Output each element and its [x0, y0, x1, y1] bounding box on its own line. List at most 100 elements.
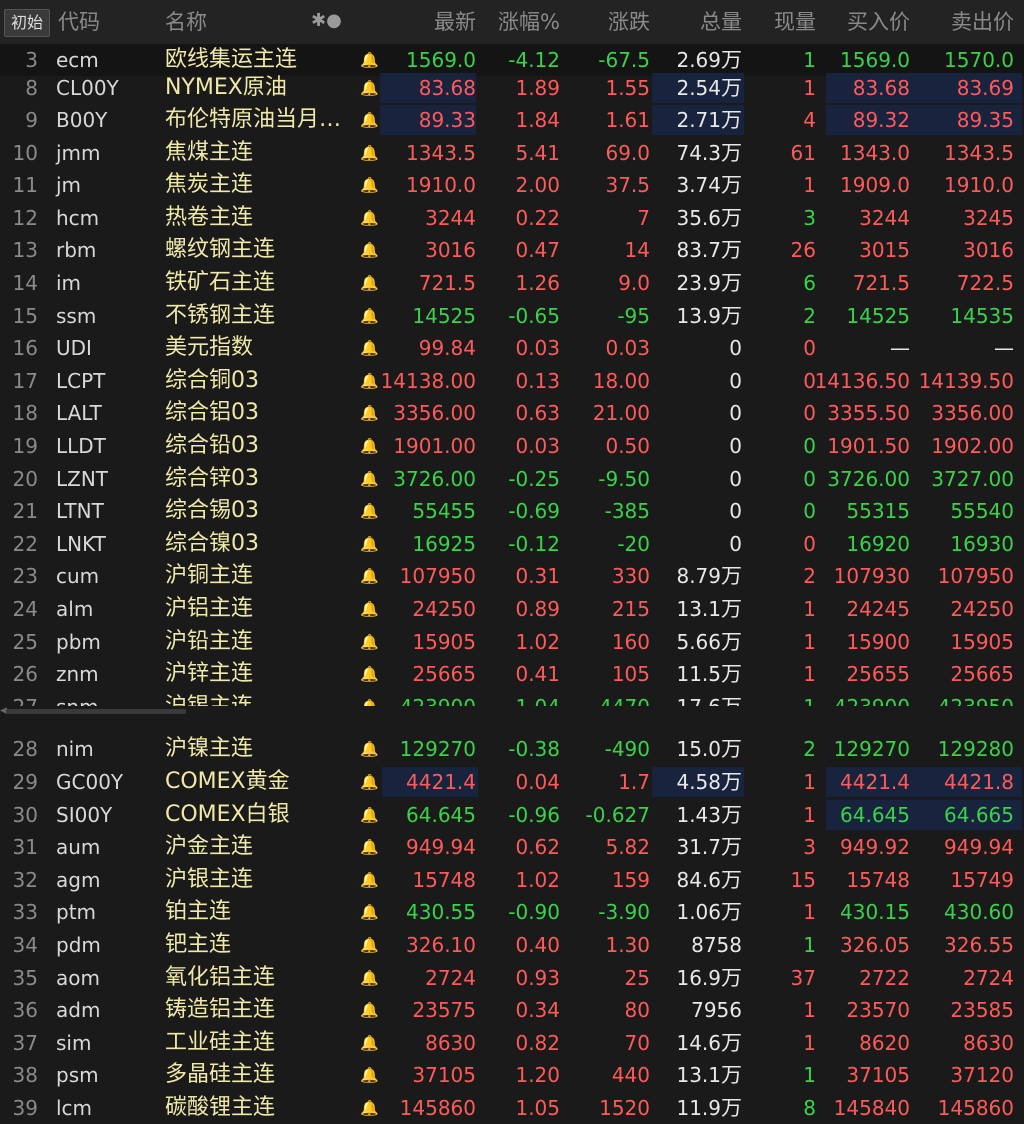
- alert-bell-icon[interactable]: 🔔: [360, 463, 379, 495]
- current-volume: 8: [803, 1096, 816, 1120]
- alert-bell-icon[interactable]: 🔔: [360, 799, 379, 831]
- table-row[interactable]: 36 adm 铸造铝主连 🔔 23575 0.34 80 7956 1 23570 23585: [0, 994, 1024, 1026]
- alert-bell-icon[interactable]: 🔔: [360, 267, 379, 299]
- bid-price: 4421.4: [840, 770, 910, 794]
- col-header-vol[interactable]: 总量: [700, 10, 742, 34]
- alert-bell-icon[interactable]: 🔔: [360, 234, 379, 266]
- table-row[interactable]: 17 LCPT 综合铜03 🔔 14138.00 0.13 18.00 0 0 14136.50 1…: [0, 365, 1024, 397]
- volume-value: 0: [729, 369, 742, 393]
- table-row[interactable]: 31 aum 沪金主连 🔔 949.94 0.62 5.82 31.7万 3 949.92 949.…: [0, 831, 1024, 863]
- table-row[interactable]: 24 alm 沪铝主连 🔔 24250 0.89 215 13.1万 1 24245 24250: [0, 593, 1024, 625]
- alert-bell-icon[interactable]: 🔔: [360, 593, 379, 625]
- alert-bell-icon[interactable]: 🔔: [360, 495, 379, 527]
- init-button[interactable]: 初始: [4, 9, 50, 37]
- last-price: 430.55: [406, 900, 476, 924]
- alert-bell-icon[interactable]: 🔔: [360, 397, 379, 429]
- symbol-name: 布伦特原油当月…: [165, 107, 342, 132]
- table-row[interactable]: 14 im 铁矿石主连 🔔 721.5 1.26 9.0 23.9万 6 721.5 722.5: [0, 267, 1024, 299]
- alert-bell-icon[interactable]: 🔔: [360, 929, 379, 961]
- table-row[interactable]: 12 hcm 热卷主连 🔔 3244 0.22 7 35.6万 3 3244 3245: [0, 202, 1024, 234]
- alert-bell-icon[interactable]: 🔔: [360, 300, 379, 332]
- table-row[interactable]: 25 pbm 沪铅主连 🔔 15905 1.02 160 5.66万 1 15900 15905: [0, 626, 1024, 658]
- col-header-ask[interactable]: 卖出价: [951, 10, 1014, 34]
- table-row[interactable]: 34 pdm 钯主连 🔔 326.10 0.40 1.30 8758 1 326.05 326.55: [0, 929, 1024, 961]
- col-header-cur[interactable]: 现量: [774, 10, 816, 34]
- change-amount: 9.0: [618, 271, 650, 295]
- table-row[interactable]: 28 nim 沪镍主连 🔔 129270 -0.38 -490 15.0万 2 129270 129…: [0, 733, 1024, 765]
- table-row[interactable]: 16 UDI 美元指数 🔔 99.84 0.03 0.03 0 0 — —: [0, 332, 1024, 364]
- symbol-code: nim: [56, 737, 94, 761]
- volume-unit: 万: [721, 304, 742, 328]
- alert-bell-icon[interactable]: 🔔: [360, 137, 379, 169]
- change-amount: -385: [604, 499, 650, 523]
- current-volume: 0: [803, 434, 816, 458]
- current-volume: 37: [790, 966, 816, 990]
- last-price: 15905: [412, 630, 476, 654]
- alert-bell-icon[interactable]: 🔔: [360, 1092, 379, 1124]
- change-amount: -20: [617, 532, 650, 556]
- table-row[interactable]: 11 jm 焦炭主连 🔔 1910.0 2.00 37.5 3.74万 1 1909.0 1910.…: [0, 169, 1024, 201]
- alert-bell-icon[interactable]: 🔔: [360, 202, 379, 234]
- col-header-flags[interactable]: ✱●: [311, 10, 342, 31]
- table-row[interactable]: 39 lcm 碳酸锂主连 🔔 145860 1.05 1520 11.9万 8 145840 145…: [0, 1092, 1024, 1124]
- alert-bell-icon[interactable]: 🔔: [360, 560, 379, 592]
- table-row[interactable]: 22 LNKT 综合镍03 🔔 16925 -0.12 -20 0 0 16920 16930: [0, 528, 1024, 560]
- total-volume: 1.06万: [676, 896, 742, 928]
- table-row[interactable]: 35 aom 氧化铝主连 🔔 2724 0.93 25 16.9万 37 2722 2724: [0, 962, 1024, 994]
- table-row[interactable]: 37 sim 工业硅主连 🔔 8630 0.82 70 14.6万 1 8620 8630: [0, 1027, 1024, 1059]
- alert-bell-icon[interactable]: 🔔: [360, 766, 379, 798]
- table-row[interactable]: 33 ptm 铂主连 🔔 430.55 -0.90 -3.90 1.06万 1 430.15 430…: [0, 896, 1024, 928]
- alert-bell-icon[interactable]: 🔔: [360, 962, 379, 994]
- table-row[interactable]: 20 LZNT 综合锌03 🔔 3726.00 -0.25 -9.50 0 0 3726.00 37…: [0, 463, 1024, 495]
- table-row[interactable]: 10 jmm 焦煤主连 🔔 1343.5 5.41 69.0 74.3万 61 1343.0 134…: [0, 137, 1024, 169]
- col-header-name[interactable]: 名称: [165, 10, 207, 34]
- table-row[interactable]: 9 B00Y 布伦特原油当月… 🔔 89.33 1.84 1.61 2.71万 4 89.32 89…: [0, 104, 1024, 136]
- table-row[interactable]: 21 LTNT 综合锡03 🔔 55455 -0.69 -385 0 0 55315 55540: [0, 495, 1024, 527]
- alert-bell-icon[interactable]: 🔔: [360, 528, 379, 560]
- alert-bell-icon[interactable]: 🔔: [360, 430, 379, 462]
- alert-bell-icon[interactable]: 🔔: [360, 1059, 379, 1091]
- volume-unit: 万: [721, 868, 742, 892]
- alert-bell-icon[interactable]: 🔔: [360, 169, 379, 201]
- alert-bell-icon[interactable]: 🔔: [360, 658, 379, 690]
- ask-price: 129280: [937, 737, 1014, 761]
- alert-bell-icon[interactable]: 🔔: [360, 332, 379, 364]
- scrollbar-thumb[interactable]: [6, 709, 186, 714]
- col-header-bid[interactable]: 买入价: [847, 10, 910, 34]
- table-row[interactable]: 26 znm 沪锌主连 🔔 25665 0.41 105 11.5万 1 25655 25665: [0, 658, 1024, 690]
- ask-price: 15905: [950, 630, 1014, 654]
- table-row[interactable]: 18 LALT 综合铝03 🔔 3356.00 0.63 21.00 0 0 3355.50 335…: [0, 397, 1024, 429]
- alert-bell-icon[interactable]: 🔔: [360, 1027, 379, 1059]
- alert-bell-icon[interactable]: 🔔: [360, 733, 379, 765]
- table-row[interactable]: 23 cum 沪铜主连 🔔 107950 0.31 330 8.79万 2 107930 10795…: [0, 560, 1024, 592]
- alert-bell-icon[interactable]: 🔔: [360, 831, 379, 863]
- current-volume: 6: [803, 271, 816, 295]
- alert-bell-icon[interactable]: 🔔: [360, 104, 379, 136]
- table-row[interactable]: 13 rbm 螺纹钢主连 🔔 3016 0.47 14 83.7万 26 3015 3016: [0, 234, 1024, 266]
- table-row[interactable]: 38 psm 多晶硅主连 🔔 37105 1.20 440 13.1万 1 37105 37120: [0, 1059, 1024, 1091]
- bid-price: 15900: [846, 630, 910, 654]
- table-row[interactable]: 29 GC00Y COMEX黄金 🔔 4421.4 0.04 1.7 4.58万 1 4421.4…: [0, 766, 1024, 798]
- current-volume: 1: [803, 630, 816, 654]
- table-row[interactable]: 8 CL00Y NYMEX原油 🔔 83.68 1.89 1.55 2.54万 1 83.68 83…: [0, 72, 1024, 104]
- table-row[interactable]: 32 agm 沪银主连 🔔 15748 1.02 159 84.6万 15 15748 15749: [0, 864, 1024, 896]
- col-header-last[interactable]: 最新: [434, 10, 476, 34]
- table-row[interactable]: 30 SI00Y COMEX白银 🔔 64.645 -0.96 -0.627 1.43万 1 64…: [0, 799, 1024, 831]
- table-row[interactable]: 19 LLDT 综合铅03 🔔 1901.00 0.03 0.50 0 0 1901.50 1902…: [0, 430, 1024, 462]
- horizontal-scrollbar[interactable]: ◀: [0, 706, 1024, 716]
- col-header-chg[interactable]: 涨跌: [608, 10, 650, 34]
- alert-bell-icon[interactable]: 🔔: [360, 72, 379, 104]
- alert-bell-icon[interactable]: 🔔: [360, 864, 379, 896]
- alert-bell-icon[interactable]: 🔔: [360, 896, 379, 928]
- symbol-name: 沪铅主连: [165, 629, 254, 654]
- total-volume: 0: [729, 528, 742, 560]
- row-index: 12: [12, 206, 38, 230]
- table-row[interactable]: 15 ssm 不锈钢主连 🔔 14525 -0.65 -95 13.9万 2 14525 14535: [0, 300, 1024, 332]
- col-header-pct[interactable]: 涨幅%: [498, 10, 560, 34]
- alert-bell-icon[interactable]: 🔔: [360, 365, 379, 397]
- total-volume: 14.6万: [676, 1027, 742, 1059]
- alert-bell-icon[interactable]: 🔔: [360, 994, 379, 1026]
- col-header-code[interactable]: 代码: [58, 10, 100, 34]
- alert-bell-icon[interactable]: 🔔: [360, 626, 379, 658]
- change-amount: 1520: [599, 1096, 650, 1120]
